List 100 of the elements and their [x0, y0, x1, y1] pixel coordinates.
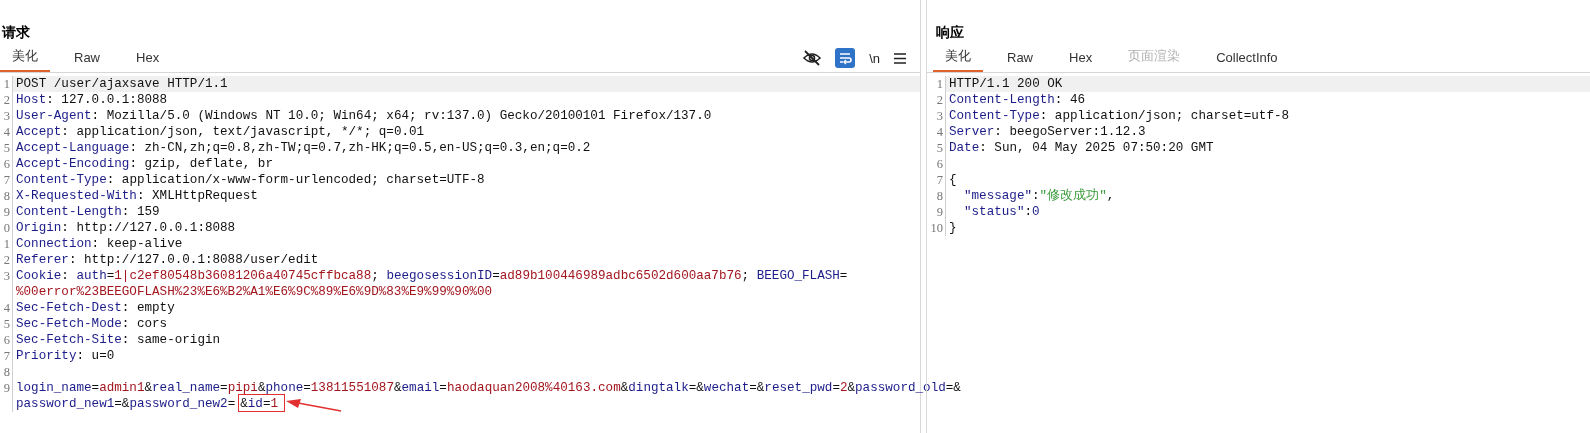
line-number: 2	[927, 92, 946, 108]
field-name: password_old	[855, 380, 946, 396]
panel-title: 请求	[1, 23, 30, 42]
field-name: Sec-Fetch-Dest	[16, 300, 122, 316]
code-text: : cors	[121, 316, 168, 332]
field-name: Content-Type	[949, 108, 1040, 124]
code-text: :	[61, 268, 70, 284]
field-name: User-Agent	[16, 108, 92, 124]
field-name: Priority	[16, 348, 77, 364]
field-name: password_new1	[16, 396, 115, 412]
newline-toggle[interactable]: \n	[869, 50, 880, 66]
field-name: beegosessionID	[386, 268, 493, 284]
code-text: : empty	[121, 300, 175, 316]
field-name: Date	[949, 140, 980, 156]
code-text: &	[847, 380, 856, 396]
tab[interactable]: Raw	[995, 46, 1045, 72]
code-text: : zh-CN,zh;q=0.8,zh-TW;q=0.7,zh-HK;q=0.5,en-US;q=0.3,en;q=0.2	[129, 140, 591, 156]
code-text: &	[620, 380, 629, 396]
code-text: : 159	[121, 204, 160, 220]
code-text: :	[1024, 204, 1033, 220]
string-value: "修改成功"	[1039, 188, 1107, 204]
code-text: : application/x-www-form-urlencoded; charset=UTF-8	[106, 172, 485, 188]
json-key: "status"	[964, 204, 1025, 220]
line-number: 3	[0, 268, 13, 284]
arrow	[284, 397, 342, 413]
field-value: 2	[839, 380, 848, 396]
code-text: &	[393, 380, 402, 396]
field-value: 13811551087	[310, 380, 394, 396]
line-number: 3	[927, 108, 946, 124]
code-text: =	[839, 268, 848, 284]
field-name: Accept-Language	[16, 140, 130, 156]
line-number: 5	[0, 140, 13, 156]
line-number: 6	[0, 156, 13, 172]
line-number: 9	[0, 380, 13, 396]
code-text: =&	[945, 380, 961, 396]
line-number: 5	[927, 140, 946, 156]
field-value: admin1	[99, 380, 145, 396]
code-text: HTTP/1.1 200 OK	[949, 76, 1063, 92]
line-number: 7	[0, 348, 13, 364]
code-text: &	[144, 380, 153, 396]
field-name: X-Requested-With	[16, 188, 137, 204]
json-key: "message"	[964, 188, 1033, 204]
code-text: : Mozilla/5.0 (Windows NT 10.0; Win64; x64; rv:137.0) Gecko/20100101 Firefox/137.0	[91, 108, 712, 124]
code-text: :	[1032, 188, 1040, 204]
field-name: Content-Type	[16, 172, 107, 188]
line-number: 8	[0, 188, 13, 204]
code-text: =	[303, 380, 311, 396]
code-text: : application/json; charset=utf-8	[1039, 108, 1290, 124]
field-name: login_name	[16, 380, 92, 396]
field-name: Host	[16, 92, 47, 108]
field-name: BEEGO_FLASH	[756, 268, 840, 284]
field-name: wechat	[703, 380, 750, 396]
code-text: POST /user/ajaxsave HTTP/1.1	[16, 76, 228, 92]
tab[interactable]: CollectInfo	[1204, 46, 1290, 72]
line-number: 10	[927, 220, 946, 236]
code-text: : gzip, deflate, br	[129, 156, 273, 172]
field-name: phone	[265, 380, 304, 396]
code-text: : http://127.0.0.1:8088	[61, 220, 236, 236]
field-name: Content-Length	[949, 92, 1055, 108]
field-name: Sec-Fetch-Site	[16, 332, 122, 348]
code-text: ,	[1106, 188, 1115, 204]
tab[interactable]: Hex	[1057, 46, 1105, 72]
code-text: =&	[749, 380, 765, 396]
code-text: {	[949, 172, 957, 188]
tab[interactable]: 美化	[0, 43, 50, 72]
code-text: ;	[741, 268, 751, 284]
code-text: ;	[371, 268, 380, 284]
line-number: 4	[927, 124, 946, 140]
code-text: : u=0	[76, 348, 115, 364]
field-value: ad89b100446989adbc6502d600aa7b76	[499, 268, 742, 284]
code-text: : beegoServer:1.12.3	[994, 124, 1146, 140]
panel-title: 响应	[935, 23, 964, 42]
menu-icon[interactable]	[894, 52, 906, 64]
field-name: Accept-Encoding	[16, 156, 130, 172]
field-name: Sec-Fetch-Mode	[16, 316, 122, 332]
code-text: : http://127.0.0.1:8088/user/edit	[68, 252, 319, 268]
tab[interactable]: Hex	[124, 46, 172, 72]
wrap-icon[interactable]	[835, 48, 856, 68]
number-value: 0	[1032, 204, 1040, 220]
code-text: =	[227, 396, 236, 412]
code-text: &	[240, 396, 248, 411]
code-text: =	[832, 380, 840, 396]
field-name: Origin	[16, 220, 62, 236]
tab[interactable]: 美化	[933, 43, 983, 72]
line-number: 9	[927, 204, 946, 220]
field-name: reset_pwd	[764, 380, 833, 396]
field-name: real_name	[152, 380, 221, 396]
code-text: =	[492, 268, 500, 284]
field-name: password_new2	[129, 396, 228, 412]
code-text: }	[949, 220, 957, 236]
field-name: Referer	[16, 252, 69, 268]
line-number: 7	[0, 172, 13, 188]
code-text: : 46	[1054, 92, 1086, 108]
code-text: : XMLHttpRequest	[136, 188, 258, 204]
field-name: Accept	[16, 124, 62, 140]
field-value: %00error%23BEEGOFLASH%23%E6%B2%A1%E6%9C%89%E6%9D%83%E9%99%90%00	[16, 284, 493, 300]
line-number: 0	[0, 220, 13, 236]
line-number: 8	[0, 364, 13, 380]
eye-slash-icon[interactable]	[803, 50, 822, 66]
tab[interactable]: Raw	[62, 46, 112, 72]
